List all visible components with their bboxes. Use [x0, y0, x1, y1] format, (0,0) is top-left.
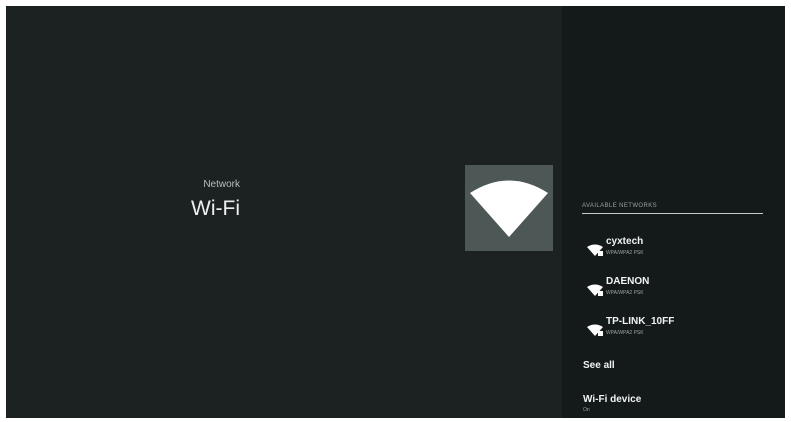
title-pane: Network Wi-Fi: [6, 6, 562, 418]
available-networks-header: AVAILABLE NETWORKS: [582, 203, 657, 209]
network-item-daenon[interactable]: DAENON WPA/WPA2 PSK: [582, 274, 763, 304]
breadcrumb: Network: [203, 179, 240, 190]
network-name: TP-LINK_10FF: [606, 316, 675, 327]
wifi-locked-icon: [587, 244, 603, 256]
network-security: WPA/WPA2 PSK: [606, 330, 644, 336]
network-name: cyxtech: [606, 236, 644, 247]
network-item-cyxtech[interactable]: cyxtech WPA/WPA2 PSK: [582, 234, 763, 264]
see-all-button[interactable]: See all: [583, 360, 763, 371]
network-item-tp-link-10ff[interactable]: TP-LINK_10FF WPA/WPA2 PSK: [582, 314, 763, 344]
wifi-tile: [465, 165, 553, 251]
see-all-label: See all: [583, 360, 615, 371]
wifi-icon: [470, 180, 548, 237]
wifi-locked-icon: [587, 324, 603, 336]
section-divider: [582, 213, 763, 214]
network-name: DAENON: [606, 276, 650, 287]
wifi-device-toggle[interactable]: Wi-Fi device On: [583, 394, 763, 413]
wifi-device-label: Wi-Fi device: [583, 394, 642, 405]
wifi-locked-icon: [587, 284, 603, 296]
tv-settings-screen: Network Wi-Fi AVAILABLE NETWORKS cyxtech…: [6, 6, 785, 418]
networks-panel: [562, 6, 785, 418]
network-security: WPA/WPA2 PSK: [606, 250, 644, 256]
wifi-device-status: On: [583, 407, 590, 413]
network-security: WPA/WPA2 PSK: [606, 290, 644, 296]
page-title: Wi-Fi: [191, 197, 240, 220]
